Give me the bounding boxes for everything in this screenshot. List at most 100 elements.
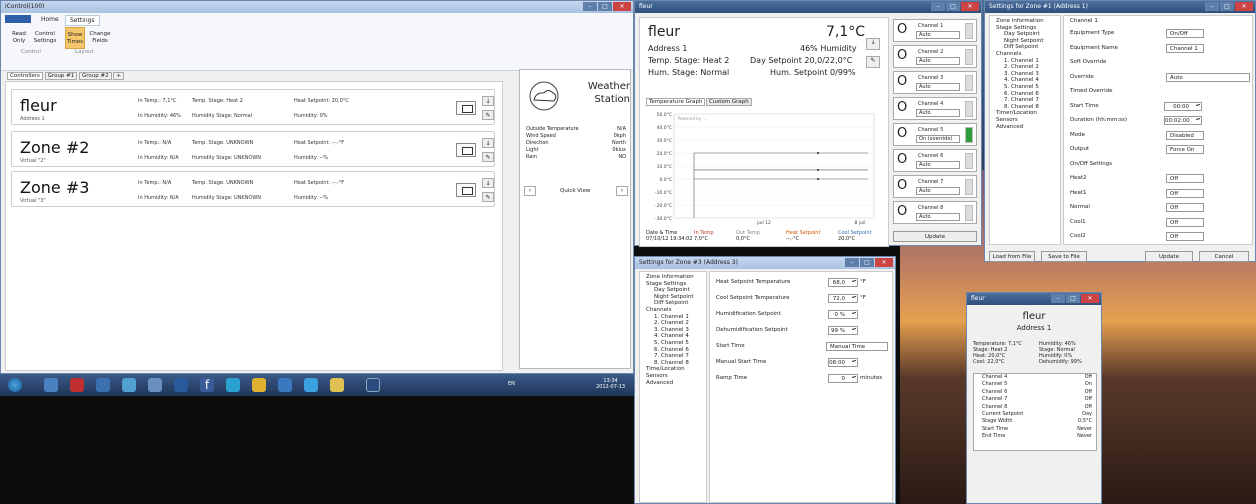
maximize-button[interactable]: □	[860, 258, 874, 267]
tree-item[interactable]: Sensors	[992, 117, 1058, 124]
zone-info-button[interactable]: ↓	[482, 178, 494, 188]
taskbar-app-icon[interactable]	[96, 378, 110, 392]
language-indicator[interactable]: EN	[508, 381, 515, 387]
field-spinner[interactable]: 72,0	[828, 294, 858, 303]
channel-toggle-icon[interactable]: O	[897, 75, 907, 89]
tree-item[interactable]: 1. Channel 1	[992, 58, 1058, 65]
tree-item[interactable]: Sensors	[642, 373, 704, 380]
zone-title-bar[interactable]: fleur – □ ✕	[635, 1, 981, 13]
channel-mode-select[interactable]: On (override)	[916, 135, 960, 143]
channel-toggle-icon[interactable]: O	[897, 49, 907, 63]
field-spinner[interactable]: 00:02:00	[1164, 116, 1202, 125]
field-select[interactable]: Channel 1	[1166, 43, 1204, 53]
tree-item[interactable]: 4. Channel 4	[642, 333, 704, 340]
save-to-file-button[interactable]: Save to File	[1041, 251, 1087, 262]
zone-open-button[interactable]	[456, 143, 476, 157]
field-select[interactable]: Off	[1166, 188, 1204, 198]
tab-temperature-graph[interactable]: Temperature Graph	[646, 98, 706, 106]
field-select[interactable]: Force On	[1166, 145, 1204, 154]
settings1-title-bar[interactable]: Settings for Zone #1 (Address 1) – □ ✕	[985, 1, 1255, 13]
facebook-icon[interactable]: f	[200, 378, 214, 392]
taskbar-app-icon[interactable]	[278, 378, 292, 392]
tree-item[interactable]: Zone Information	[992, 18, 1058, 25]
channel-mode-select[interactable]: Auto	[916, 109, 960, 117]
tree-item[interactable]: Diff Setpoint	[992, 44, 1058, 51]
tree-item[interactable]: Stage Settings	[992, 25, 1058, 32]
field-spinner[interactable]: 08:00	[828, 358, 858, 367]
taskbar-app-icon[interactable]	[148, 378, 162, 392]
tree-item[interactable]: Day Setpoint	[642, 287, 704, 294]
zone-wrench-icon[interactable]: ✎	[482, 192, 494, 202]
add-tab-button[interactable]: +	[113, 72, 124, 80]
maximize-button[interactable]: □	[598, 2, 612, 11]
main-title-bar[interactable]: iControl(100) – □ ✕	[1, 1, 633, 13]
close-button[interactable]: ✕	[1235, 2, 1253, 11]
tree-item[interactable]: 7. Channel 7	[642, 353, 704, 360]
zone-info-button[interactable]: ↓	[482, 96, 494, 106]
taskbar-app-icon[interactable]	[122, 378, 136, 392]
zone-card[interactable]: Zone #3 Virtual "3" In Temp.: N/A In Hum…	[11, 171, 495, 207]
weather-next-button[interactable]: ›	[616, 186, 628, 196]
tree-item[interactable]: 2. Channel 2	[992, 64, 1058, 71]
taskbar-app-icon[interactable]	[366, 378, 380, 392]
channel-toggle-icon[interactable]: O	[897, 153, 907, 167]
taskbar-app-icon[interactable]	[174, 378, 188, 392]
channel-mode-select[interactable]: Auto	[916, 161, 960, 169]
tree-item[interactable]: 6. Channel 6	[992, 91, 1058, 98]
skype-icon[interactable]	[226, 378, 240, 392]
tree-item[interactable]: Advanced	[642, 380, 704, 387]
field-spinner[interactable]: 00:00	[1164, 101, 1202, 111]
zone-wrench-icon[interactable]: ✎	[482, 152, 494, 162]
taskbar-app-icon[interactable]	[70, 378, 84, 392]
close-button[interactable]: ✕	[875, 258, 893, 267]
zone-card[interactable]: Zone #2 Virtual "2" In Temp.: N/A In Hum…	[11, 131, 495, 167]
tree-item[interactable]: Timer/Location	[992, 110, 1058, 117]
load-from-file-button[interactable]: Load from File	[989, 251, 1035, 262]
channel-toggle-icon[interactable]: O	[897, 179, 907, 193]
channel-toggle-icon[interactable]: O	[897, 205, 907, 219]
clock[interactable]: 13:34 2012-07-13	[596, 378, 625, 390]
channel-mode-select[interactable]: Auto	[916, 83, 960, 91]
zone-detail-wrench-icon[interactable]: ✎	[866, 56, 880, 68]
tree-item[interactable]: Stage Settings	[642, 281, 704, 288]
tree-item[interactable]: Diff Setpoint	[642, 300, 704, 307]
tree-item[interactable]: Night Setpoint	[642, 294, 704, 301]
maximize-button[interactable]: □	[1220, 2, 1234, 11]
start-time-select[interactable]: Manual Time	[826, 342, 888, 351]
settings3-title-bar[interactable]: Settings for Zone #3 (Address 3) – □ ✕	[635, 257, 895, 269]
field-select[interactable]: On/Off	[1166, 29, 1204, 38]
tab-controllers[interactable]: Controllers	[7, 72, 43, 80]
weather-prev-button[interactable]: ‹	[524, 186, 536, 196]
maximize-button[interactable]: □	[1066, 294, 1080, 303]
channel-mode-select[interactable]: Auto	[916, 31, 960, 39]
read-only-button[interactable]: Read Only	[9, 31, 29, 45]
tab-settings[interactable]: Settings	[65, 15, 100, 26]
zone-wrench-icon[interactable]: ✎	[482, 110, 494, 120]
tree-item[interactable]: 1. Channel 1	[642, 314, 704, 321]
cancel-button[interactable]: Cancel	[1199, 251, 1249, 262]
tab-home[interactable]: Home	[37, 15, 63, 24]
update-button[interactable]: Update	[1145, 251, 1193, 262]
field-spinner[interactable]: 0	[828, 374, 858, 383]
close-button[interactable]: ✕	[1081, 294, 1099, 303]
mini-channel-list[interactable]: Channel 4 Off Channel 5 On Channel 6 Off Chann…	[973, 373, 1097, 451]
field-spinner[interactable]: 68,0	[828, 278, 858, 287]
tree-item[interactable]: Time/Location	[642, 366, 704, 373]
channel-mode-select[interactable]: Auto	[916, 57, 960, 65]
tree-item[interactable]: 8. Channel 8	[642, 360, 704, 367]
channel-mode-select[interactable]: Auto	[916, 187, 960, 195]
zone-open-button[interactable]	[456, 183, 476, 197]
tree-item[interactable]: 6. Channel 6	[642, 347, 704, 354]
close-button[interactable]: ✕	[613, 2, 631, 11]
minimize-button[interactable]: –	[583, 2, 597, 11]
mini-title-bar[interactable]: fleur – □ ✕	[967, 293, 1101, 305]
start-button-icon[interactable]	[8, 378, 22, 392]
close-button[interactable]: ✕	[961, 2, 979, 11]
zone-card[interactable]: fleur Address 1 In Temp.: 7,1°C In Humid…	[11, 89, 495, 125]
field-select[interactable]: Disabled	[1166, 130, 1204, 140]
field-select[interactable]: Off	[1166, 203, 1204, 212]
internet-explorer-icon[interactable]	[304, 378, 318, 392]
tab-group-2[interactable]: Group #2	[79, 72, 112, 80]
field-spinner[interactable]: 99 %	[828, 326, 858, 335]
tree-item[interactable]: 2. Channel 2	[642, 320, 704, 327]
